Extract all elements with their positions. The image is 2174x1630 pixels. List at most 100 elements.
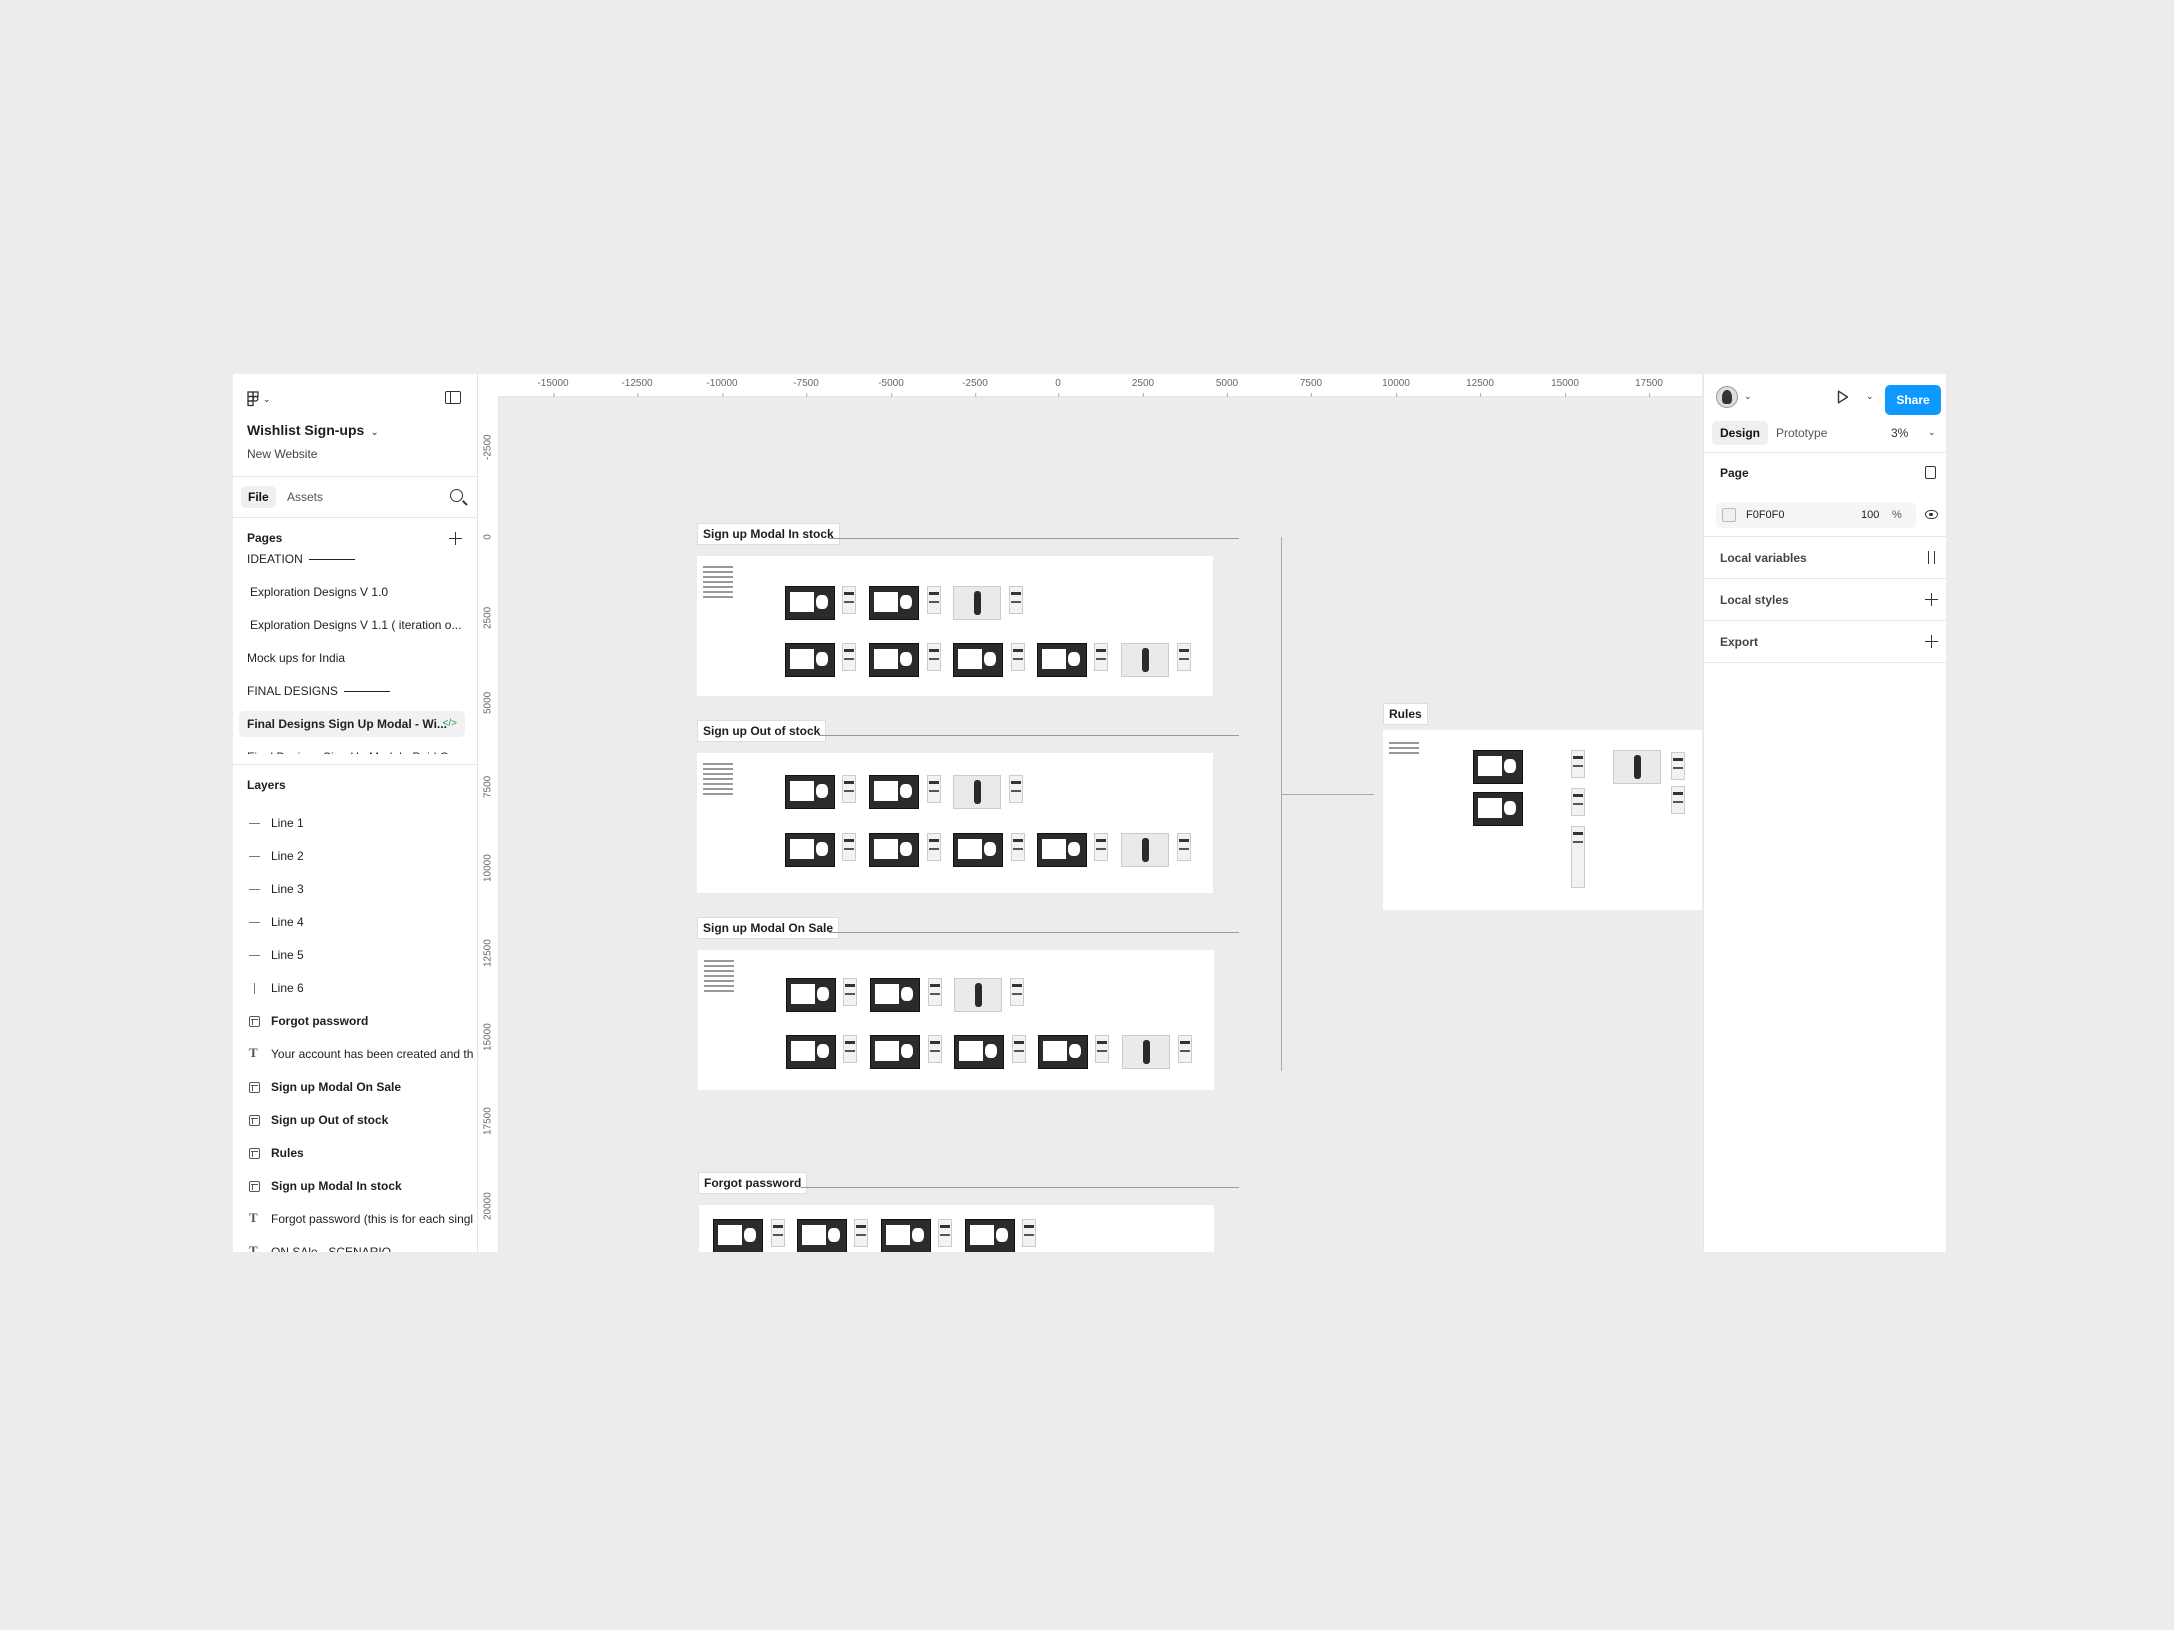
- project-name[interactable]: New Website: [247, 447, 317, 461]
- text-icon: T: [249, 1045, 258, 1060]
- eye-icon[interactable]: [1925, 510, 1938, 519]
- chevron-down-icon[interactable]: ⌄: [1928, 427, 1936, 438]
- frame-in-stock[interactable]: [697, 556, 1213, 696]
- layer-row[interactable]: Line 1: [233, 809, 477, 837]
- ruler-tick: 5000: [1215, 378, 1239, 397]
- user-avatar[interactable]: [1716, 386, 1738, 408]
- ruler-tick: -2500: [962, 378, 988, 397]
- layer-row[interactable]: Line 5: [233, 941, 477, 969]
- page-item-exploration-v1-0[interactable]: Exploration Designs V 1.0: [239, 579, 465, 605]
- frame-title-rule: [801, 1187, 1239, 1188]
- present-play-icon[interactable]: [1837, 390, 1849, 404]
- mobile-thumbnail: [1571, 750, 1585, 778]
- mobile-thumbnail: [1012, 1035, 1026, 1063]
- mobile-thumbnail: [843, 978, 857, 1006]
- layer-label: Line 5: [271, 948, 304, 962]
- color-swatch[interactable]: [1722, 508, 1736, 522]
- screen-thumbnail: [785, 775, 835, 809]
- line-icon: [249, 884, 260, 895]
- export-label[interactable]: Export: [1720, 635, 1758, 649]
- file-title-text: Wishlist Sign-ups: [247, 422, 365, 438]
- add-style-icon[interactable]: [1925, 593, 1938, 606]
- frame-label-on-sale[interactable]: Sign up Modal On Sale: [697, 917, 840, 939]
- line-icon: [249, 950, 260, 961]
- mobile-thumbnail: [927, 775, 941, 803]
- layer-row[interactable]: Sign up Modal In stock: [233, 1172, 477, 1200]
- page-styles-icon[interactable]: [1925, 466, 1936, 479]
- frame-forgot-password[interactable]: [699, 1205, 1214, 1252]
- frame-label-forgot-password[interactable]: Forgot password: [698, 1172, 808, 1194]
- frame-rules[interactable]: [1383, 730, 1702, 910]
- mobile-thumbnail: [928, 1035, 942, 1063]
- design-canvas[interactable]: Sign up Modal In stock Sign up Out of st…: [499, 397, 1702, 1252]
- search-icon[interactable]: [450, 489, 463, 502]
- photo-thumbnail: [1613, 750, 1661, 784]
- frame-label-in-stock[interactable]: Sign up Modal In stock: [697, 523, 840, 545]
- layer-row[interactable]: T Forgot password (this is for each singl: [233, 1205, 477, 1233]
- mobile-thumbnail: [1011, 833, 1025, 861]
- section-divider: [1704, 452, 1946, 453]
- mobile-thumbnail: [1571, 788, 1585, 816]
- page-item-final-designs[interactable]: FINAL DESIGNS: [239, 678, 465, 704]
- tab-file[interactable]: File: [241, 486, 276, 508]
- page-item-mockups-india[interactable]: Mock ups for India: [239, 645, 465, 671]
- file-title[interactable]: Wishlist Sign-ups ⌄: [247, 422, 379, 438]
- layer-label: Rules: [271, 1146, 304, 1160]
- page-divider-line: [343, 691, 390, 693]
- frame-label-rules[interactable]: Rules: [1383, 703, 1428, 725]
- page-item-ideation[interactable]: IDEATION: [239, 554, 465, 572]
- ruler-tick: -15000: [537, 378, 569, 397]
- frame-on-sale[interactable]: [698, 950, 1214, 1090]
- layer-row[interactable]: Sign up Modal On Sale: [233, 1073, 477, 1101]
- page-item-final-designs-wishlist[interactable]: Final Designs Sign Up Modal - Wi... </>: [239, 711, 465, 737]
- line-icon: [249, 851, 260, 862]
- mobile-thumbnail: [1010, 978, 1024, 1006]
- right-sidebar: ⌄ ⌄ Share Design Prototype 3% ⌄ Page F0F…: [1703, 374, 1946, 1252]
- page-item-exploration-v1-1[interactable]: Exploration Designs V 1.1 ( iteration o.…: [239, 612, 465, 638]
- variables-icon[interactable]: [1925, 551, 1938, 564]
- mobile-thumbnail: [1095, 1035, 1109, 1063]
- frame-title-rule: [819, 735, 1239, 736]
- tab-assets[interactable]: Assets: [280, 486, 330, 508]
- mobile-thumbnail: [938, 1219, 952, 1247]
- zoom-level[interactable]: 3%: [1891, 426, 1908, 440]
- local-styles-label[interactable]: Local styles: [1720, 593, 1789, 607]
- page-color-opacity[interactable]: 100: [1861, 509, 1879, 521]
- add-export-icon[interactable]: [1925, 635, 1938, 648]
- share-button[interactable]: Share: [1885, 385, 1941, 415]
- screen-thumbnail: [954, 1035, 1004, 1069]
- layer-row[interactable]: Line 6: [233, 974, 477, 1002]
- file-header: ⌄ Wishlist Sign-ups ⌄ New Website: [233, 374, 477, 474]
- chevron-down-icon[interactable]: ⌄: [1866, 391, 1874, 402]
- layer-label: Sign up Modal In stock: [271, 1179, 402, 1193]
- layer-row[interactable]: T Your account has been created and th: [233, 1040, 477, 1068]
- layer-label: Your account has been created and th: [271, 1047, 474, 1061]
- photo-thumbnail: [1122, 1035, 1170, 1069]
- layer-row[interactable]: Line 3: [233, 875, 477, 903]
- layer-row[interactable]: T ON SAle - SCENARIO: [233, 1238, 477, 1252]
- layer-row[interactable]: Rules: [233, 1139, 477, 1167]
- chevron-down-icon: ⌄: [263, 393, 271, 404]
- layer-row[interactable]: Line 2: [233, 842, 477, 870]
- add-page-icon[interactable]: [449, 532, 462, 545]
- screen-thumbnail: [1473, 750, 1523, 784]
- frame-out-of-stock[interactable]: [697, 753, 1213, 893]
- frame-label-out-of-stock[interactable]: Sign up Out of stock: [697, 720, 827, 742]
- code-icon: </>: [442, 718, 457, 729]
- mobile-thumbnail: [927, 643, 941, 671]
- page-color-hex[interactable]: F0F0F0: [1746, 509, 1785, 521]
- screen-thumbnail: [1473, 792, 1523, 826]
- layer-row[interactable]: Sign up Out of stock: [233, 1106, 477, 1134]
- layer-row[interactable]: Line 4: [233, 908, 477, 936]
- page-item-final-designs-paid[interactable]: Final Designs Sign Up Modal - Paid C...: [239, 744, 465, 754]
- tab-prototype[interactable]: Prototype: [1768, 421, 1835, 445]
- layer-row[interactable]: Forgot password: [233, 1007, 477, 1035]
- layer-label: Forgot password (this is for each singl: [271, 1212, 474, 1226]
- screen-thumbnail: [881, 1219, 931, 1252]
- chevron-down-icon[interactable]: ⌄: [1744, 391, 1752, 402]
- ruler-tick: 17500: [1635, 378, 1663, 397]
- tab-design[interactable]: Design: [1712, 421, 1769, 445]
- sidebar-toggle-icon[interactable]: [445, 391, 461, 404]
- main-menu-button[interactable]: ⌄: [247, 390, 277, 408]
- local-variables-label[interactable]: Local variables: [1720, 551, 1807, 565]
